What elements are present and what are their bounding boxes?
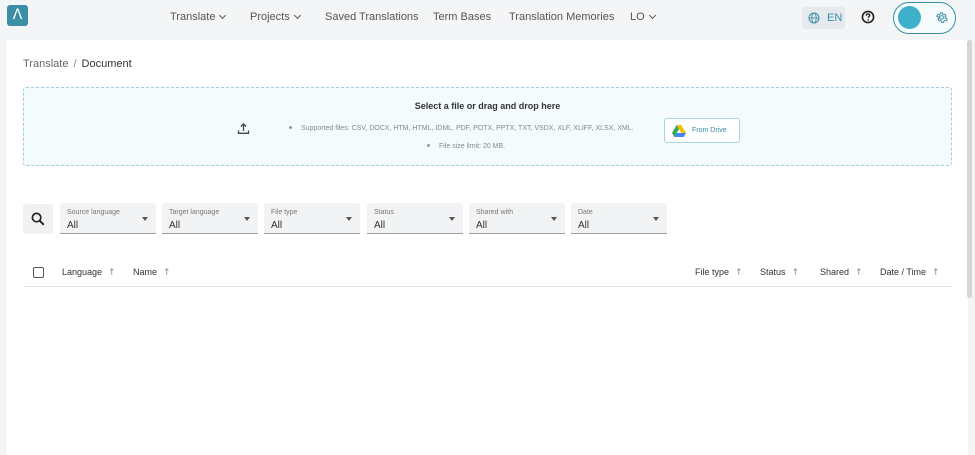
scrollbar[interactable] bbox=[967, 40, 972, 298]
filter-label: Shared with bbox=[476, 209, 513, 216]
bullet-icon bbox=[427, 144, 430, 147]
caret-down-icon bbox=[142, 217, 148, 221]
breadcrumb-document: Document bbox=[81, 58, 132, 70]
dropzone-title: Select a file or drag and drop here bbox=[414, 101, 561, 111]
file-size-limit-text: File size limit: 20 MB. bbox=[427, 143, 505, 150]
nav-lo[interactable]: LO bbox=[630, 11, 656, 23]
from-drive-button[interactable]: From Drive bbox=[664, 118, 740, 143]
sort-arrow-icon: ↑ bbox=[855, 268, 863, 278]
filter-value: All bbox=[169, 220, 181, 231]
filter-label: Target language bbox=[169, 209, 220, 216]
language-selector[interactable]: EN bbox=[802, 7, 845, 29]
bullet-icon bbox=[289, 126, 292, 129]
nav-term-bases[interactable]: Term Bases bbox=[433, 11, 491, 23]
filter-label: File type bbox=[271, 209, 298, 216]
caret-down-icon bbox=[244, 217, 250, 221]
filter-target-language[interactable]: Target language All bbox=[162, 203, 258, 234]
breadcrumb: Translate / Document bbox=[23, 58, 132, 70]
breadcrumb-separator: / bbox=[73, 58, 77, 70]
filter-value: All bbox=[67, 220, 79, 231]
sort-arrow-icon: ↑ bbox=[108, 268, 116, 278]
caret-down-icon bbox=[551, 217, 557, 221]
app-logo[interactable]: Λ bbox=[7, 5, 28, 26]
supported-files-text: Supported files: CSV, DOCX, HTM, HTML, I… bbox=[289, 125, 634, 132]
filter-shared-with[interactable]: Shared with All bbox=[469, 203, 565, 234]
filter-source-language[interactable]: Source language All bbox=[60, 203, 156, 234]
filter-label: Date bbox=[578, 209, 593, 216]
column-name[interactable]: Name ↑ bbox=[133, 267, 171, 278]
column-label: Shared bbox=[820, 267, 850, 277]
column-language[interactable]: Language ↑ bbox=[62, 267, 116, 278]
nav-translation-memories[interactable]: Translation Memories bbox=[509, 11, 614, 23]
search-button[interactable] bbox=[23, 204, 53, 234]
sort-arrow-icon: ↑ bbox=[791, 268, 800, 278]
column-status[interactable]: Status ↑ bbox=[760, 267, 799, 278]
file-dropzone[interactable]: Select a file or drag and drop here Supp… bbox=[23, 87, 952, 166]
column-label: File type bbox=[695, 267, 730, 277]
search-icon bbox=[31, 212, 45, 226]
language-code: EN bbox=[827, 12, 843, 24]
table-header: Language ↑ Name ↑ File type ↑ Status ↑ Share… bbox=[23, 258, 952, 287]
from-drive-label: From Drive bbox=[692, 127, 727, 134]
upload-icon[interactable] bbox=[237, 122, 250, 135]
column-date-time[interactable]: Date / Time ↑ bbox=[880, 267, 940, 278]
sort-arrow-icon: ↑ bbox=[163, 268, 171, 278]
filter-value: All bbox=[374, 220, 386, 231]
file-size-limit-label: File size limit: 20 MB. bbox=[439, 143, 506, 150]
nav-projects-label: Projects bbox=[250, 11, 290, 23]
column-label: Status bbox=[760, 267, 786, 277]
column-file-type[interactable]: File type ↑ bbox=[695, 267, 743, 278]
column-label: Language bbox=[62, 267, 103, 277]
chevron-down-icon bbox=[648, 11, 656, 20]
profile-menu[interactable] bbox=[893, 2, 956, 34]
filter-value: All bbox=[271, 220, 283, 231]
chevron-down-icon bbox=[293, 11, 301, 20]
caret-down-icon bbox=[449, 217, 455, 221]
filter-value: All bbox=[476, 220, 488, 231]
column-label: Date / Time bbox=[880, 267, 927, 277]
filter-value: All bbox=[578, 220, 590, 231]
breadcrumb-translate[interactable]: Translate bbox=[23, 58, 68, 70]
nav-lo-label: LO bbox=[630, 11, 645, 23]
nav-translate-label: Translate bbox=[170, 11, 216, 23]
sort-arrow-icon: ↑ bbox=[932, 268, 940, 278]
top-navigation: Λ Translate Projects Saved Translations … bbox=[0, 0, 975, 38]
caret-down-icon bbox=[346, 217, 352, 221]
nav-saved-translations[interactable]: Saved Translations bbox=[325, 11, 419, 23]
filter-status[interactable]: Status All bbox=[367, 203, 463, 234]
sort-arrow-icon: ↑ bbox=[735, 268, 743, 278]
nav-projects[interactable]: Projects bbox=[250, 11, 301, 23]
caret-down-icon bbox=[653, 217, 659, 221]
filter-label: Status bbox=[374, 209, 394, 216]
avatar bbox=[898, 6, 921, 29]
supported-files-label: Supported files: CSV, DOCX, HTM, HTML, I… bbox=[301, 125, 634, 132]
gear-icon bbox=[936, 12, 948, 23]
filter-date[interactable]: Date All bbox=[571, 203, 667, 234]
google-drive-icon bbox=[672, 125, 686, 137]
column-shared[interactable]: Shared ↑ bbox=[820, 267, 863, 278]
chevron-down-icon bbox=[219, 11, 227, 20]
filter-label: Source language bbox=[67, 209, 120, 216]
nav-translate[interactable]: Translate bbox=[170, 11, 227, 23]
column-label: Name bbox=[133, 267, 158, 277]
select-all-checkbox[interactable] bbox=[33, 267, 44, 278]
globe-icon bbox=[808, 12, 820, 24]
filter-file-type[interactable]: File type All bbox=[264, 203, 360, 234]
help-icon[interactable] bbox=[861, 10, 875, 24]
